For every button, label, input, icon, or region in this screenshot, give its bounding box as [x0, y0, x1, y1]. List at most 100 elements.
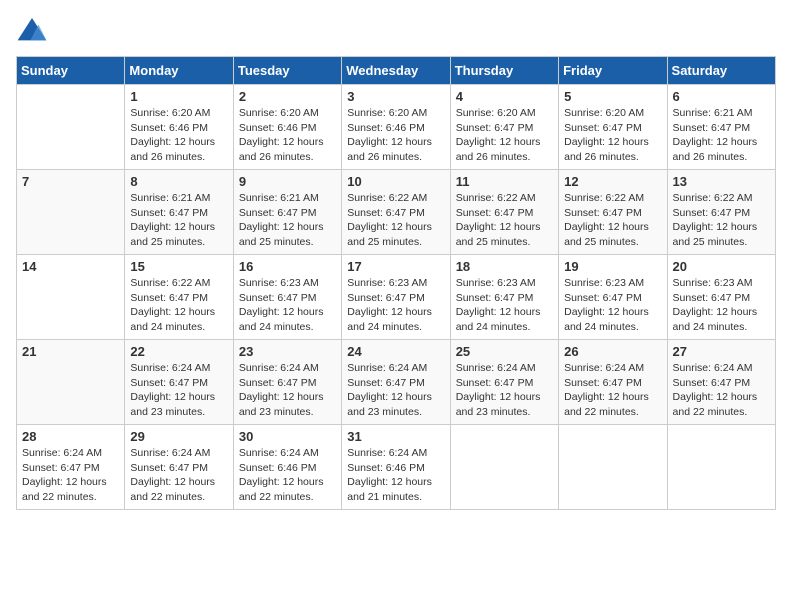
calendar-table: SundayMondayTuesdayWednesdayThursdayFrid…: [16, 56, 776, 510]
day-number: 29: [130, 429, 227, 444]
day-info: Sunrise: 6:21 AM Sunset: 6:47 PM Dayligh…: [130, 191, 227, 250]
calendar-cell: 12 Sunrise: 6:22 AM Sunset: 6:47 PM Dayli…: [559, 170, 667, 255]
calendar-cell: 23 Sunrise: 6:24 AM Sunset: 6:47 PM Dayli…: [233, 340, 341, 425]
calendar-cell: [667, 425, 775, 510]
day-info: Sunrise: 6:24 AM Sunset: 6:47 PM Dayligh…: [564, 361, 661, 420]
calendar-cell: 1 Sunrise: 6:20 AM Sunset: 6:46 PM Daylig…: [125, 85, 233, 170]
calendar-cell: 4 Sunrise: 6:20 AM Sunset: 6:47 PM Daylig…: [450, 85, 558, 170]
day-number: 26: [564, 344, 661, 359]
day-info: Sunrise: 6:20 AM Sunset: 6:46 PM Dayligh…: [130, 106, 227, 165]
day-info: Sunrise: 6:20 AM Sunset: 6:46 PM Dayligh…: [347, 106, 444, 165]
day-number: 31: [347, 429, 444, 444]
calendar-cell: 31 Sunrise: 6:24 AM Sunset: 6:46 PM Dayli…: [342, 425, 450, 510]
day-info: Sunrise: 6:24 AM Sunset: 6:47 PM Dayligh…: [673, 361, 770, 420]
day-number: 9: [239, 174, 336, 189]
calendar-cell: 6 Sunrise: 6:21 AM Sunset: 6:47 PM Daylig…: [667, 85, 775, 170]
day-number: 4: [456, 89, 553, 104]
day-info: Sunrise: 6:24 AM Sunset: 6:47 PM Dayligh…: [347, 361, 444, 420]
calendar-cell: [17, 85, 125, 170]
calendar-cell: 19 Sunrise: 6:23 AM Sunset: 6:47 PM Dayli…: [559, 255, 667, 340]
calendar-cell: 11 Sunrise: 6:22 AM Sunset: 6:47 PM Dayli…: [450, 170, 558, 255]
page-header: [16, 16, 776, 44]
day-number: 6: [673, 89, 770, 104]
day-info: Sunrise: 6:20 AM Sunset: 6:46 PM Dayligh…: [239, 106, 336, 165]
day-number: 18: [456, 259, 553, 274]
day-info: Sunrise: 6:23 AM Sunset: 6:47 PM Dayligh…: [564, 276, 661, 335]
calendar-cell: 5 Sunrise: 6:20 AM Sunset: 6:47 PM Daylig…: [559, 85, 667, 170]
day-info: Sunrise: 6:24 AM Sunset: 6:47 PM Dayligh…: [130, 361, 227, 420]
day-info: Sunrise: 6:20 AM Sunset: 6:47 PM Dayligh…: [564, 106, 661, 165]
calendar-cell: 29 Sunrise: 6:24 AM Sunset: 6:47 PM Dayli…: [125, 425, 233, 510]
day-number: 12: [564, 174, 661, 189]
day-number: 23: [239, 344, 336, 359]
day-info: Sunrise: 6:22 AM Sunset: 6:47 PM Dayligh…: [130, 276, 227, 335]
calendar-cell: 8 Sunrise: 6:21 AM Sunset: 6:47 PM Daylig…: [125, 170, 233, 255]
calendar-week-row: 21 22 Sunrise: 6:24 AM Sunset: 6:47 PM Day…: [17, 340, 776, 425]
day-info: Sunrise: 6:23 AM Sunset: 6:47 PM Dayligh…: [347, 276, 444, 335]
day-number: 25: [456, 344, 553, 359]
day-number: 20: [673, 259, 770, 274]
day-number: 13: [673, 174, 770, 189]
day-info: Sunrise: 6:22 AM Sunset: 6:47 PM Dayligh…: [673, 191, 770, 250]
day-info: Sunrise: 6:24 AM Sunset: 6:47 PM Dayligh…: [239, 361, 336, 420]
calendar-cell: 25 Sunrise: 6:24 AM Sunset: 6:47 PM Dayli…: [450, 340, 558, 425]
day-info: Sunrise: 6:23 AM Sunset: 6:47 PM Dayligh…: [239, 276, 336, 335]
day-number: 19: [564, 259, 661, 274]
day-of-week-header: Saturday: [667, 57, 775, 85]
day-info: Sunrise: 6:22 AM Sunset: 6:47 PM Dayligh…: [347, 191, 444, 250]
day-of-week-header: Friday: [559, 57, 667, 85]
day-info: Sunrise: 6:23 AM Sunset: 6:47 PM Dayligh…: [456, 276, 553, 335]
day-of-week-header: Thursday: [450, 57, 558, 85]
calendar-cell: 17 Sunrise: 6:23 AM Sunset: 6:47 PM Dayli…: [342, 255, 450, 340]
day-number: 2: [239, 89, 336, 104]
day-number: 27: [673, 344, 770, 359]
logo: [16, 16, 52, 44]
calendar-cell: [450, 425, 558, 510]
day-info: Sunrise: 6:24 AM Sunset: 6:47 PM Dayligh…: [456, 361, 553, 420]
day-info: Sunrise: 6:24 AM Sunset: 6:46 PM Dayligh…: [347, 446, 444, 505]
day-info: Sunrise: 6:24 AM Sunset: 6:47 PM Dayligh…: [130, 446, 227, 505]
day-info: Sunrise: 6:24 AM Sunset: 6:46 PM Dayligh…: [239, 446, 336, 505]
day-number: 10: [347, 174, 444, 189]
day-number: 17: [347, 259, 444, 274]
calendar-cell: 27 Sunrise: 6:24 AM Sunset: 6:47 PM Dayli…: [667, 340, 775, 425]
calendar-cell: 18 Sunrise: 6:23 AM Sunset: 6:47 PM Dayli…: [450, 255, 558, 340]
calendar-cell: 15 Sunrise: 6:22 AM Sunset: 6:47 PM Dayli…: [125, 255, 233, 340]
calendar-cell: 30Sunrise: 6:24 AM Sunset: 6:46 PM Dayli…: [233, 425, 341, 510]
day-number: 24: [347, 344, 444, 359]
day-number: 5: [564, 89, 661, 104]
calendar-week-row: 1 Sunrise: 6:20 AM Sunset: 6:46 PM Daylig…: [17, 85, 776, 170]
day-number: 11: [456, 174, 553, 189]
day-info: Sunrise: 6:21 AM Sunset: 6:47 PM Dayligh…: [239, 191, 336, 250]
day-number: 15: [130, 259, 227, 274]
day-info: Sunrise: 6:20 AM Sunset: 6:47 PM Dayligh…: [456, 106, 553, 165]
calendar-cell: 14: [17, 255, 125, 340]
calendar-cell: 16 Sunrise: 6:23 AM Sunset: 6:47 PM Dayli…: [233, 255, 341, 340]
calendar-cell: 9 Sunrise: 6:21 AM Sunset: 6:47 PM Daylig…: [233, 170, 341, 255]
calendar-cell: 28Sunrise: 6:24 AM Sunset: 6:47 PM Dayli…: [17, 425, 125, 510]
calendar-cell: 10 Sunrise: 6:22 AM Sunset: 6:47 PM Dayli…: [342, 170, 450, 255]
calendar-week-row: 28Sunrise: 6:24 AM Sunset: 6:47 PM Dayli…: [17, 425, 776, 510]
calendar-cell: 13 Sunrise: 6:22 AM Sunset: 6:47 PM Dayli…: [667, 170, 775, 255]
day-info: Sunrise: 6:24 AM Sunset: 6:47 PM Dayligh…: [22, 446, 119, 505]
day-number: 14: [22, 259, 119, 274]
day-number: 7: [22, 174, 119, 189]
day-number: 8: [130, 174, 227, 189]
calendar-cell: 24 Sunrise: 6:24 AM Sunset: 6:47 PM Dayli…: [342, 340, 450, 425]
day-of-week-header: Wednesday: [342, 57, 450, 85]
calendar-cell: 22 Sunrise: 6:24 AM Sunset: 6:47 PM Dayli…: [125, 340, 233, 425]
calendar-cell: 7: [17, 170, 125, 255]
calendar-cell: [559, 425, 667, 510]
day-info: Sunrise: 6:23 AM Sunset: 6:47 PM Dayligh…: [673, 276, 770, 335]
calendar-cell: 2 Sunrise: 6:20 AM Sunset: 6:46 PM Daylig…: [233, 85, 341, 170]
day-info: Sunrise: 6:22 AM Sunset: 6:47 PM Dayligh…: [456, 191, 553, 250]
calendar-cell: 3Sunrise: 6:20 AM Sunset: 6:46 PM Daylig…: [342, 85, 450, 170]
day-number: 22: [130, 344, 227, 359]
day-number: 1: [130, 89, 227, 104]
calendar-header-row: SundayMondayTuesdayWednesdayThursdayFrid…: [17, 57, 776, 85]
day-number: 21: [22, 344, 119, 359]
day-number: 16: [239, 259, 336, 274]
day-info: Sunrise: 6:22 AM Sunset: 6:47 PM Dayligh…: [564, 191, 661, 250]
day-info: Sunrise: 6:21 AM Sunset: 6:47 PM Dayligh…: [673, 106, 770, 165]
calendar-week-row: 78 Sunrise: 6:21 AM Sunset: 6:47 PM Dayli…: [17, 170, 776, 255]
